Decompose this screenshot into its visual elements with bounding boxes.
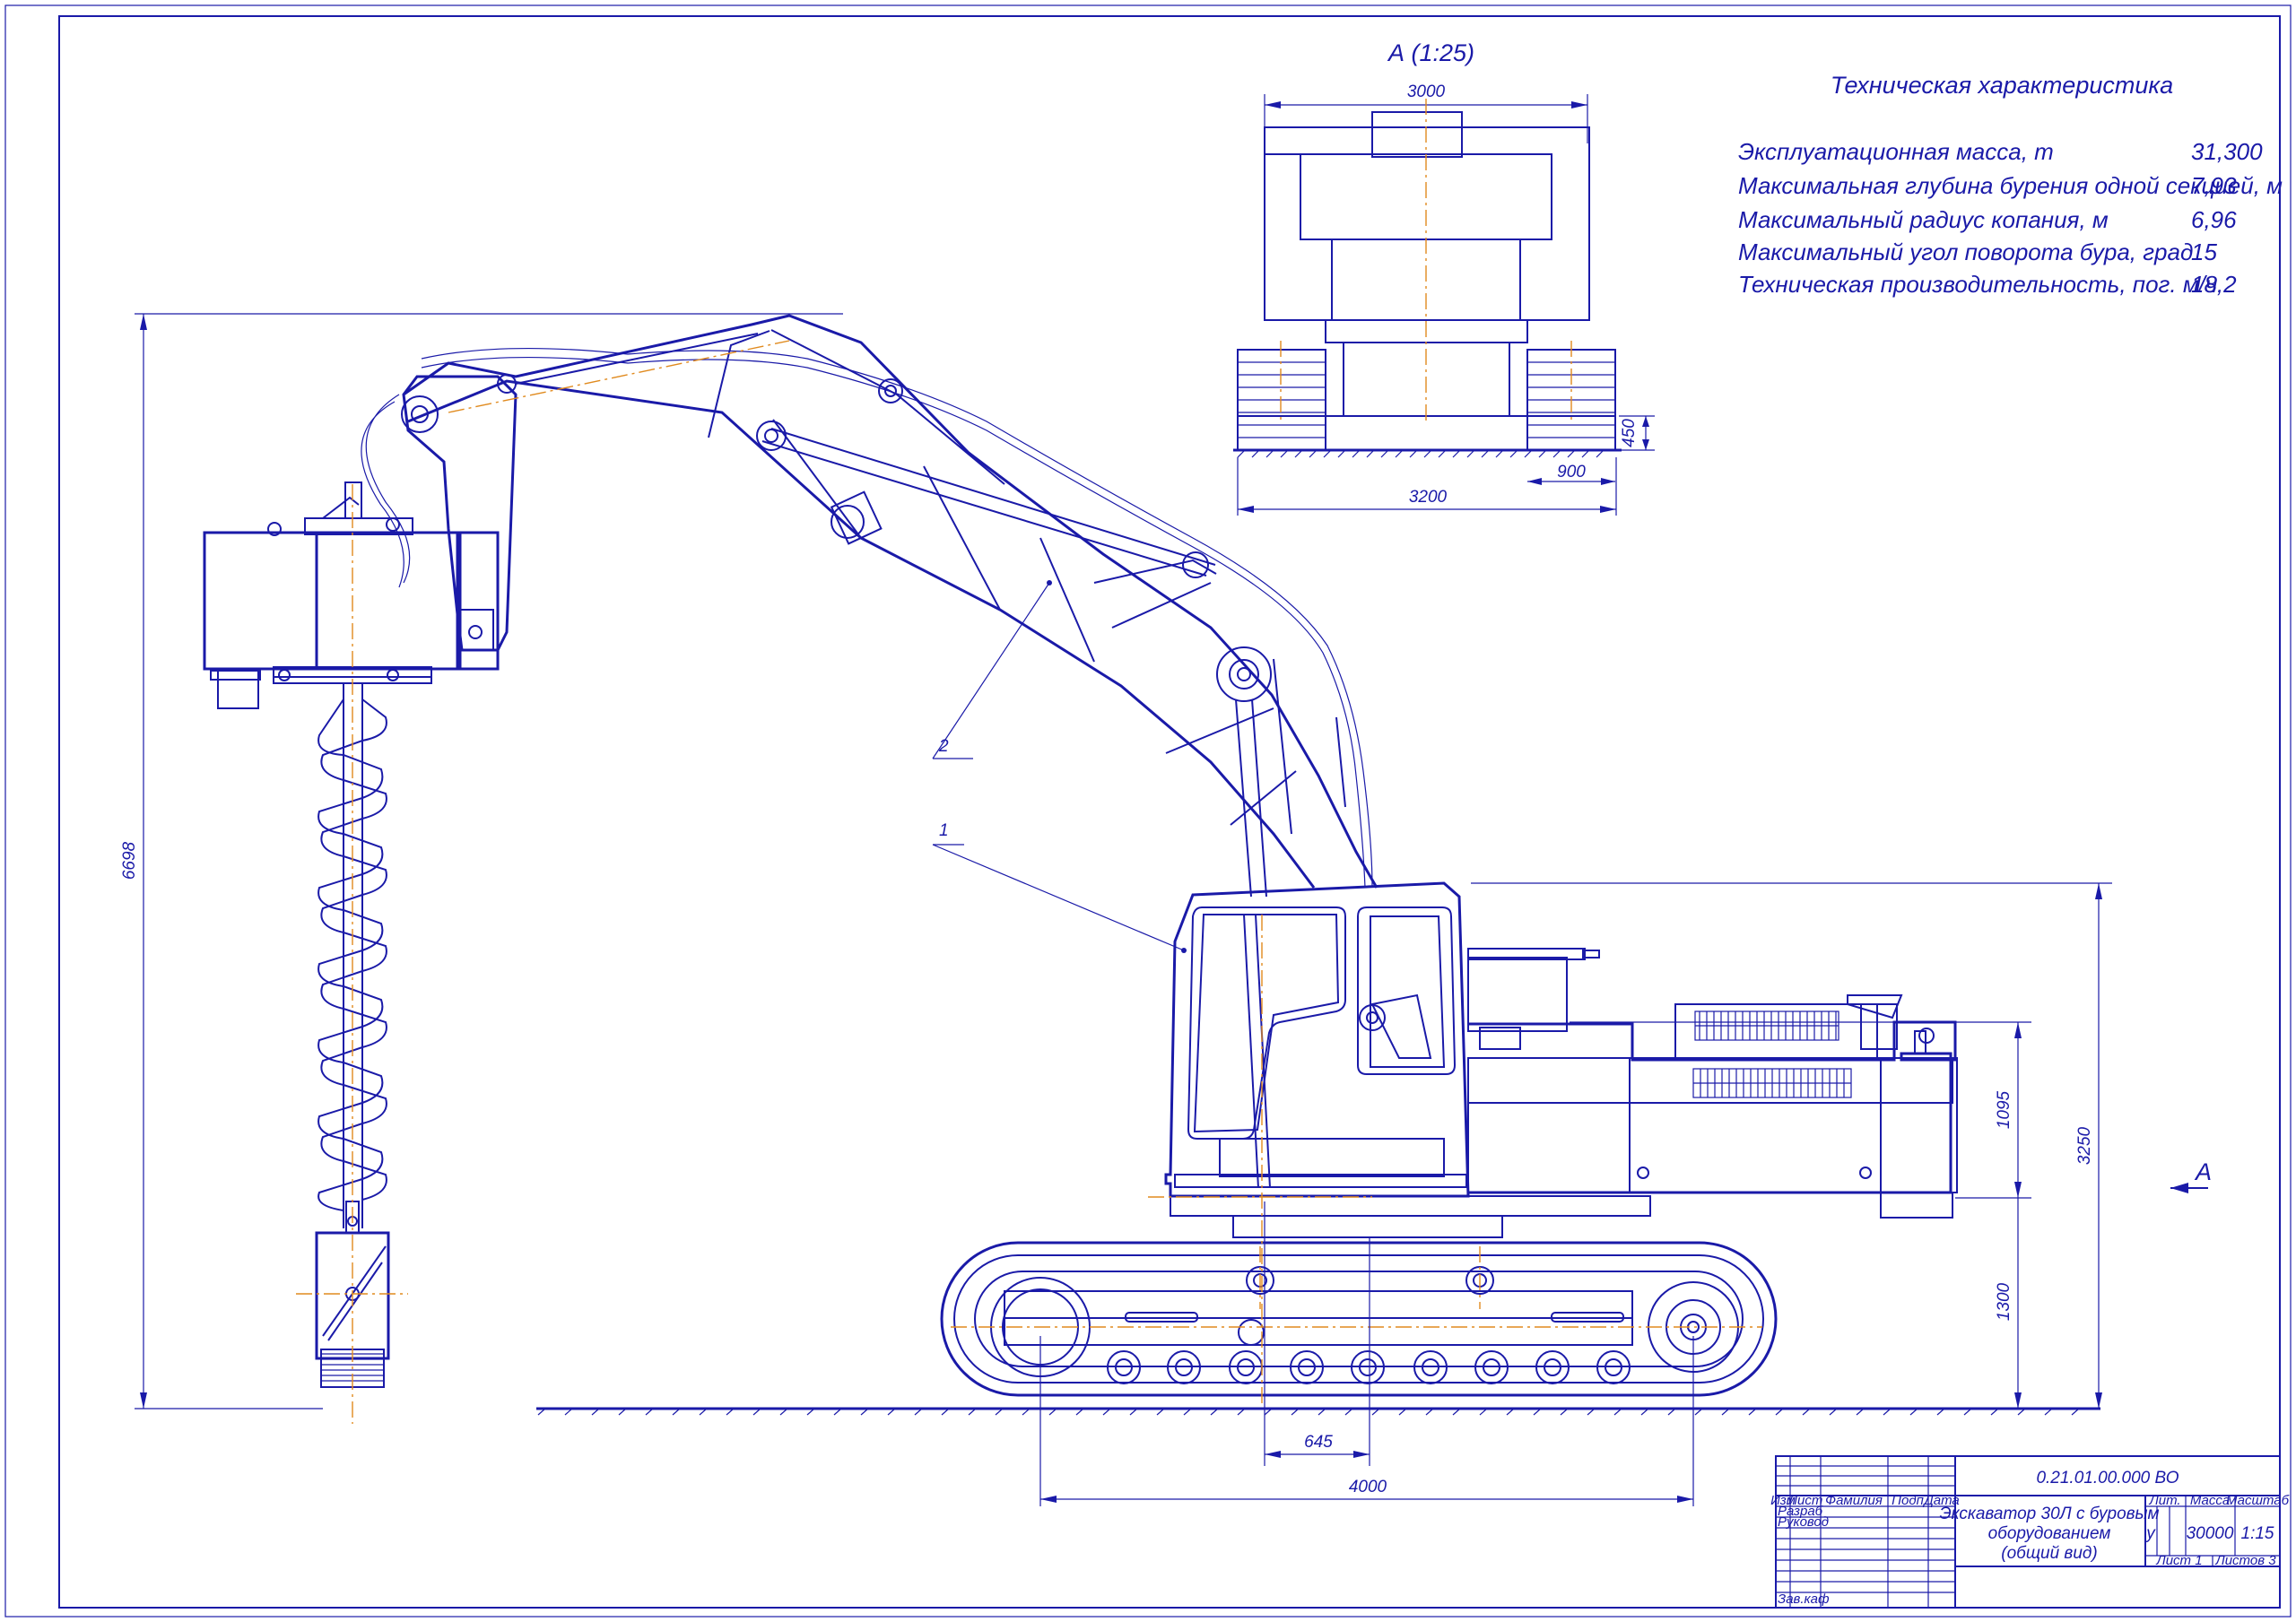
spec-value-1: 31,300 <box>2191 138 2263 165</box>
callout-leaders: 2 1 <box>932 580 1187 953</box>
dim-engine-height: 1095 <box>1995 1090 2013 1129</box>
hdr-lit: Лит. <box>2148 1493 2180 1508</box>
sheet-number: Лист 1 <box>2155 1553 2202 1568</box>
dim-overall-height: 6698 <box>120 841 139 880</box>
spec-label-4: Максимальный угол поворота бура, град <box>1738 239 2193 265</box>
hdr-data: Дата <box>1922 1493 1960 1508</box>
spec-label-1: Эксплуатационная масса, т <box>1738 138 2054 165</box>
spec-value-4: 15 <box>2191 239 2217 265</box>
sheet-count: Листов 3 <box>2214 1553 2276 1568</box>
drawing-name-line2: оборудованием <box>1988 1524 2111 1543</box>
spec-label-5: Техническая производительность, пог. м/ч <box>1738 271 2217 298</box>
dim-track-length: 4000 <box>1349 1478 1387 1496</box>
dim-clearance: 450 <box>1620 419 1639 447</box>
callout-1: 1 <box>939 821 949 840</box>
role-zavkaf: Зав.каф <box>1778 1592 1830 1607</box>
dim-offset: 645 <box>1304 1433 1333 1452</box>
title-block: 0.21.01.00.000 ВО Экскаватор 30Л с буров… <box>1770 1455 2290 1609</box>
dim-track-width: 3200 <box>1409 488 1448 507</box>
view-a-projection: А (1:25) 3000 3200 900 450 <box>1233 39 1655 516</box>
section-arrow-a: А <box>2170 1158 2212 1193</box>
section-arrow-a-label: А <box>2194 1158 2212 1185</box>
hdr-mass: Масса <box>2190 1493 2230 1508</box>
boom <box>361 314 1432 1059</box>
drawing-name-line3: (общий вид) <box>2001 1544 2097 1563</box>
hdr-podp: Подп <box>1892 1493 1924 1508</box>
spec-label-3: Максимальный радиус копания, м <box>1738 206 2109 233</box>
specs-title: Техническая характеристика <box>1831 72 2173 99</box>
drawing-name-line1: Экскаватор 30Л с буровым <box>1939 1505 2159 1523</box>
crawler-track <box>940 1241 1778 1397</box>
dim-6698: 6698 <box>120 313 843 1409</box>
role-rukovod: Руковод <box>1778 1514 1829 1530</box>
doc-number: 0.21.01.00.000 ВО <box>2036 1469 2179 1488</box>
view-a-label: А (1:25) <box>1387 39 1474 66</box>
dim-cab-height: 3250 <box>2075 1126 2094 1165</box>
callout-2: 2 <box>938 737 949 756</box>
scale-value: 1:15 <box>2241 1524 2274 1543</box>
lit-value: у <box>2144 1524 2156 1543</box>
hdr-fio: Фамилия <box>1825 1493 1883 1508</box>
dim-track-height: 1300 <box>1995 1282 2013 1321</box>
spec-value-3: 6,96 <box>2191 206 2237 233</box>
upper-structure <box>1148 881 1958 1408</box>
mass-value: 30000 <box>2187 1524 2234 1543</box>
engineering-drawing: А (1:25) 3000 3200 900 450 Техническая х… <box>4 4 2292 1618</box>
hdr-scale: Масштаб <box>2226 1493 2290 1508</box>
spec-value-5: 18,2 <box>2191 271 2237 298</box>
drill-head <box>203 481 500 709</box>
dim-top-width: 3000 <box>1407 82 1446 101</box>
spec-value-2: 7,93 <box>2191 172 2237 199</box>
dim-track-shoe: 900 <box>1557 463 1586 481</box>
auger <box>296 484 408 1424</box>
tech-specs-table: Техническая характеристика Эксплуатацион… <box>1738 72 2283 298</box>
dims-bottom: 645 4000 <box>1039 1201 1694 1506</box>
excavator-side-view: 2 1 А 6698 3250 1095 1300 645 4000 <box>120 313 2212 1506</box>
